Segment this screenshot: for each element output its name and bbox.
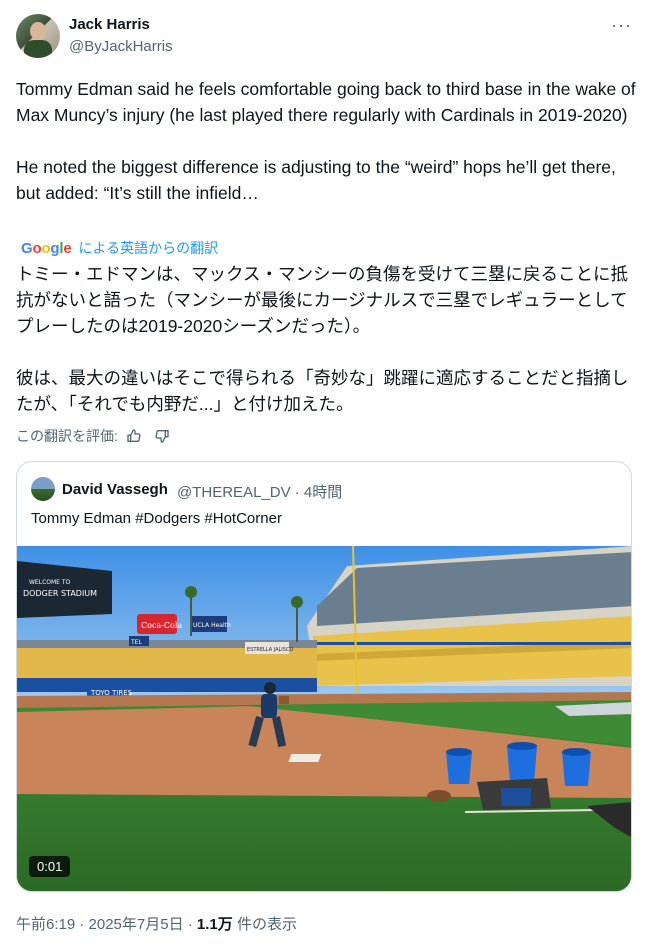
ucla-sign: UCLA Health [193,622,231,629]
video-duration: 0:01 [29,856,71,877]
translation-link[interactable]: による英語からの翻訳 [79,238,219,258]
quote-text: Tommy Edman #Dodgers #HotCorner [31,510,282,527]
estrella-sign: ESTRELLA JALISCO [247,647,293,653]
thumbs-up-icon[interactable] [126,428,142,444]
coke-sign: Coca-Cola [141,621,182,630]
avatar-face [30,22,46,40]
views-label: 件の表示 [232,916,297,933]
thumbs-down-icon[interactable] [154,428,170,444]
avatar-shirt [24,40,52,58]
quote-avatar[interactable] [31,477,55,501]
stadium-sign: DODGER STADIUM [23,589,97,598]
view-count: 1.1万 [196,916,233,933]
video-player[interactable]: WELCOME TO DODGER STADIUM Coca-Cola UCLA… [17,546,631,891]
video-frame: WELCOME TO DODGER STADIUM Coca-Cola UCLA… [17,546,631,891]
tel-sign: TEL [130,639,142,646]
tweet-footer: 午前6:19 · 2025年7月5日 · 1.1万 件の表示 [16,913,297,934]
author-handle[interactable]: @ByJackHarris [69,38,173,55]
author-name[interactable]: Jack Harris [69,16,150,33]
google-logo-icon: Google [21,239,72,257]
quote-author-name[interactable]: David Vassegh [62,481,168,498]
translated-text: トミー・エドマンは、マックス・マンシーの負傷を受けて三塁に戻ることに抵抗がないと… [16,264,629,414]
tweet-header: Jack Harris @ByJackHarris ··· [16,14,636,58]
tweet-text: Tommy Edman said he feels comfortable go… [16,79,636,203]
rate-translation: この翻訳を評価: [16,426,170,446]
rate-label: この翻訳を評価: [16,428,118,444]
translation-attribution: Google による英語からの翻訳 [21,238,218,258]
avatar[interactable] [16,14,60,58]
more-icon[interactable]: ··· [611,16,632,34]
welcome-sign: WELCOME TO [29,579,71,586]
quoted-tweet[interactable]: David Vassegh @THEREAL_DV · 4時間 Tommy Ed… [16,461,632,892]
quote-handle-time[interactable]: @THEREAL_DV · 4時間 [177,481,342,502]
timestamp[interactable]: 午前6:19 · 2025年7月5日 · [16,916,197,933]
